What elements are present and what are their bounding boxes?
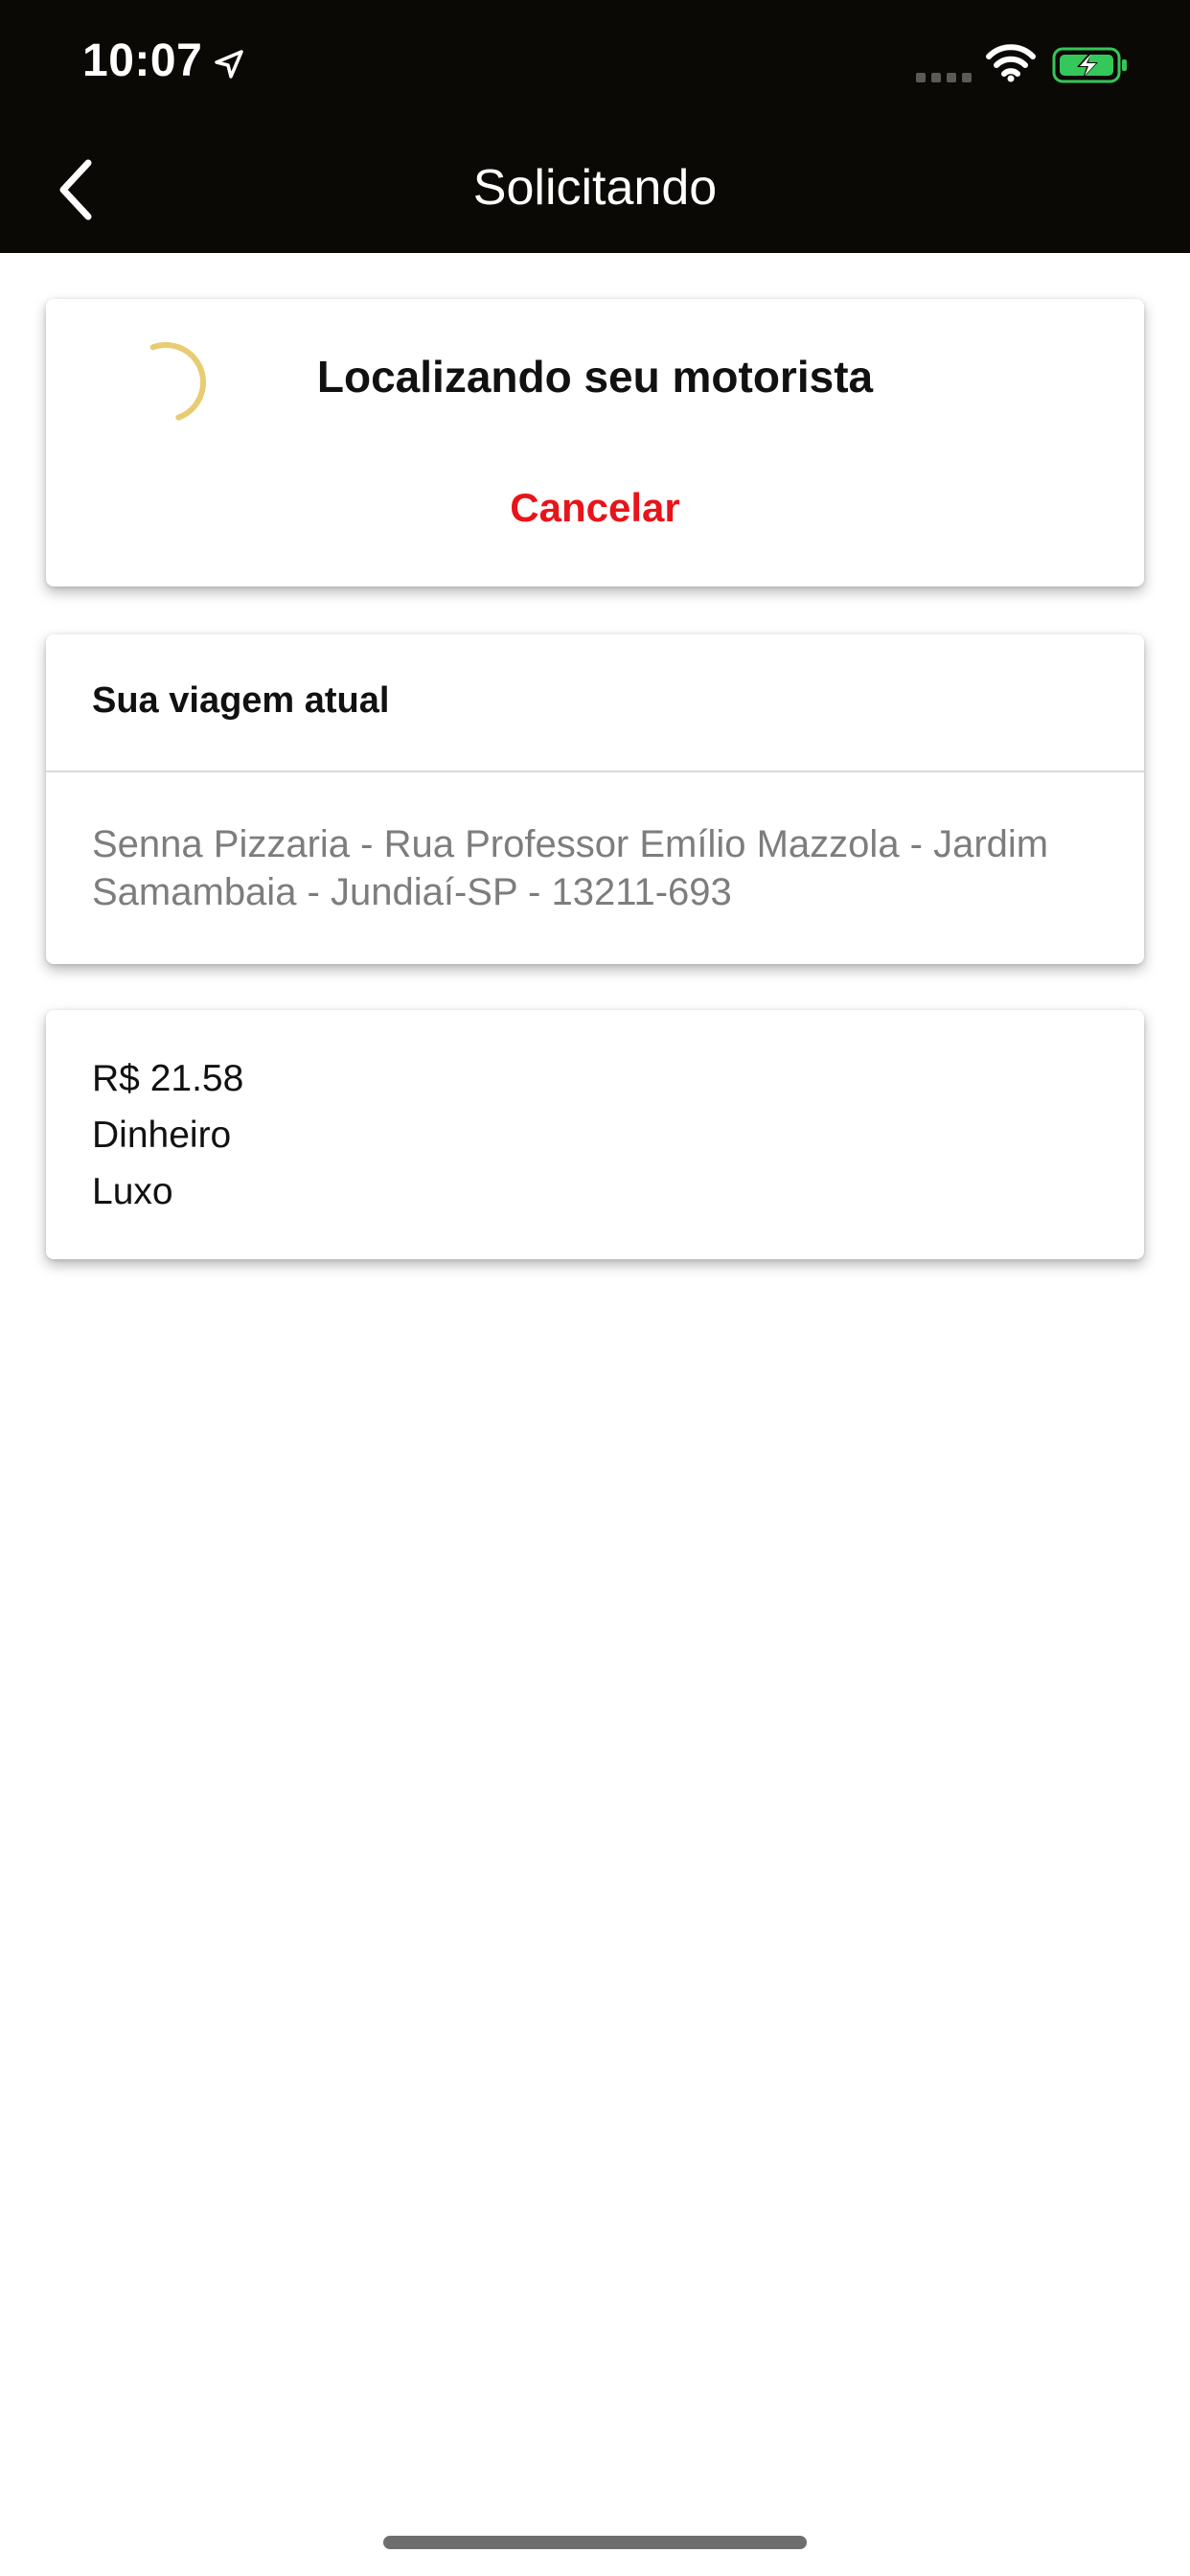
request-status-card: Localizando seu motorista Cancelar [46, 299, 1144, 586]
divider [46, 770, 1144, 772]
ride-category: Luxo [92, 1171, 173, 1212]
page-title: Solicitando [472, 160, 718, 216]
cancel-button[interactable]: Cancelar [46, 485, 1144, 531]
searching-driver-title: Localizando seu motorista [316, 352, 874, 402]
payment-method: Dinheiro [92, 1115, 232, 1156]
current-trip-card: Sua viagem atual Senna Pizzaria - Rua Pr… [46, 634, 1144, 964]
wifi-icon [986, 44, 1036, 82]
status-time: 10:07 [82, 35, 203, 86]
trip-destination-address: Senna Pizzaria - Rua Professor Emílio Ma… [92, 823, 1049, 913]
battery-charging-icon [1052, 47, 1127, 83]
cellular-signal-icon [916, 73, 972, 82]
payment-summary-card: R$ 21.58 Dinheiro Luxo [46, 1010, 1144, 1259]
home-indicator[interactable] [383, 2536, 807, 2549]
top-app-bar: 10:07 Solicitando [0, 0, 1190, 253]
location-arrow-icon [215, 50, 243, 79]
trip-card-header: Sua viagem atual [92, 680, 390, 721]
trip-price: R$ 21.58 [92, 1058, 244, 1099]
